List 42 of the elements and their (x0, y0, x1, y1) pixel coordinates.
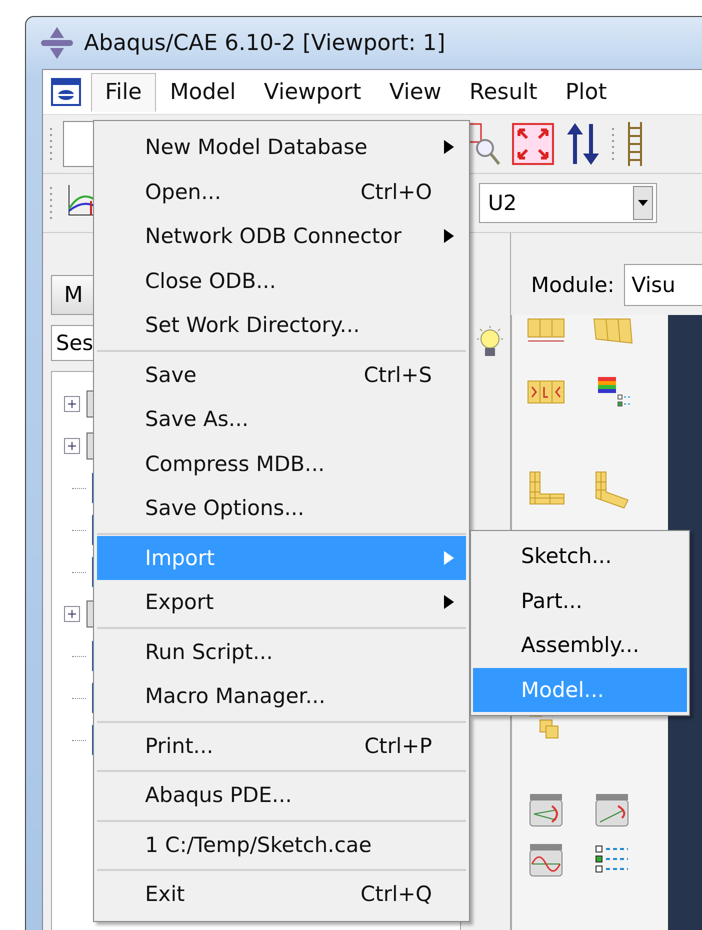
menu-item[interactable]: Exit Ctrl+Q (97, 872, 466, 916)
window-menu-icon[interactable] (51, 78, 81, 106)
menu-item[interactable]: View (375, 72, 456, 112)
menu-item[interactable]: Model (156, 72, 250, 112)
menu-item[interactable]: Part... (473, 578, 687, 623)
menu-item[interactable]: New Model Database (97, 125, 466, 170)
module-field[interactable]: Visu (624, 264, 702, 306)
menu-item[interactable]: Export (97, 580, 466, 624)
caret-icon (638, 200, 648, 206)
swap-arrows-icon[interactable] (565, 122, 601, 166)
module-label: Module: (531, 273, 614, 297)
expand-icon[interactable] (64, 396, 80, 412)
menu-item[interactable]: Assembly... (473, 623, 687, 668)
fit-view-icon[interactable] (511, 122, 555, 166)
menu-item[interactable]: Sketch... (473, 534, 687, 578)
menu-item[interactable]: Macro Manager... (97, 674, 466, 718)
expand-icon[interactable] (64, 438, 80, 454)
ruler-icon[interactable] (625, 122, 645, 166)
menu-item[interactable]: Set Work Directory... (97, 303, 466, 348)
field-output-dropdown[interactable]: U2 (479, 183, 657, 223)
window-title: Abaqus/CAE 6.10-2 [Viewport: 1] (84, 30, 446, 56)
menu-item[interactable]: Compress MDB... (97, 442, 466, 486)
toolbar-grip-icon[interactable] (49, 186, 53, 220)
expand-icon[interactable] (64, 606, 80, 622)
menu-item[interactable]: Open... Ctrl+O (97, 170, 466, 214)
menu-item[interactable]: Plot (551, 72, 621, 112)
menu-item[interactable]: Print... Ctrl+P (97, 724, 466, 768)
menu-item[interactable]: Save Options... (97, 486, 466, 530)
menu-item[interactable]: 1 C:/Temp/Sketch.cae (97, 822, 466, 867)
menu-item[interactable]: Network ODB Connector (97, 214, 466, 258)
menu-item[interactable]: Abaqus PDE... (97, 773, 466, 818)
menu-item[interactable]: Run Script... (97, 630, 466, 674)
menu-item[interactable]: File (91, 72, 156, 112)
menu-item[interactable]: Save Ctrl+S (97, 352, 466, 397)
menu-item[interactable]: Close ODB... (97, 258, 466, 303)
menu-item[interactable]: Result (455, 72, 552, 112)
menu-item[interactable]: Viewport (250, 72, 376, 112)
toolbar-grip-icon[interactable] (611, 127, 615, 161)
menu-item[interactable]: Save As... (97, 397, 466, 442)
toolbar-grip-icon[interactable] (49, 127, 53, 161)
app-logo-icon (40, 26, 74, 60)
new-file-icon[interactable] (63, 121, 95, 167)
